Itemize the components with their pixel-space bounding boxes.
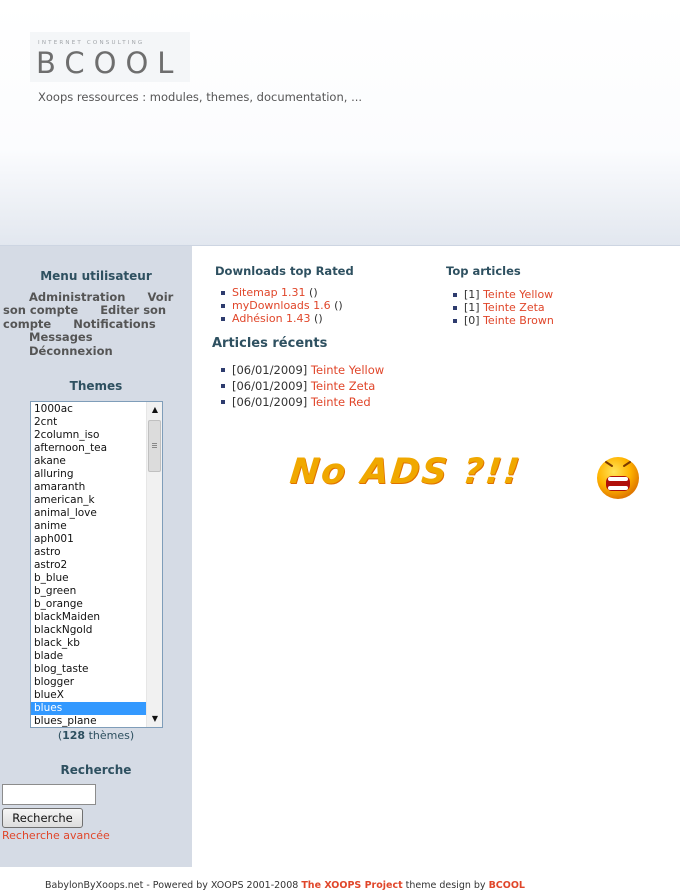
theme-option[interactable]: animal_love <box>31 507 146 520</box>
list-item: Sitemap 1.31 () <box>218 286 343 299</box>
search-button[interactable]: Recherche <box>2 808 83 828</box>
download-link[interactable]: Adhésion 1.43 <box>232 312 311 325</box>
list-item: [1] Teinte Yellow <box>450 288 554 301</box>
list-item: Adhésion 1.43 () <box>218 312 343 325</box>
article-link[interactable]: Teinte Brown <box>483 314 554 327</box>
list-item: myDownloads 1.6 () <box>218 299 343 312</box>
themes-listbox[interactable]: 1000ac 2cnt 2column_iso afternoon_tea akane a… <box>30 401 163 728</box>
theme-option[interactable]: blogger <box>31 676 146 689</box>
scroll-up-icon[interactable]: ▲ <box>147 402 162 418</box>
theme-option[interactable]: alluring <box>31 468 146 481</box>
menu-item-logout[interactable]: Déconnexion <box>29 344 113 358</box>
theme-option[interactable]: anime <box>31 520 146 533</box>
theme-option[interactable]: black_kb <box>31 637 146 650</box>
site-slogan: Xoops ressources : modules, themes, docu… <box>38 90 363 104</box>
theme-option[interactable]: b_orange <box>31 598 146 611</box>
themes-options[interactable]: 1000ac 2cnt 2column_iso afternoon_tea akane a… <box>31 403 146 727</box>
menu-item-messages[interactable]: Messages <box>29 330 93 344</box>
advanced-search-link[interactable]: Recherche avancée <box>2 829 110 842</box>
scrollbar-thumb[interactable] <box>148 420 161 472</box>
theme-option[interactable]: b_green <box>31 585 146 598</box>
list-item: [06/01/2009] Teinte Yellow <box>218 362 384 378</box>
list-item: [06/01/2009] Teinte Red <box>218 394 384 410</box>
recent-articles-title: Articles récents <box>212 336 328 351</box>
theme-option[interactable]: akane <box>31 455 146 468</box>
theme-option[interactable]: 2column_iso <box>31 429 146 442</box>
themes-count-number: 128 <box>62 729 86 742</box>
downloads-list: Sitemap 1.31 () myDownloads 1.6 () Adhés… <box>218 286 343 325</box>
download-link[interactable]: Sitemap 1.31 <box>232 286 306 299</box>
downloads-title: Downloads top Rated <box>215 264 354 278</box>
list-item: [06/01/2009] Teinte Zeta <box>218 378 384 394</box>
top-articles-list: [1] Teinte Yellow [1] Teinte Zeta [0] Te… <box>450 288 554 327</box>
article-link[interactable]: Teinte Zeta <box>483 301 545 314</box>
themes-count: (128 thèmes) <box>57 729 135 742</box>
grip-icon <box>152 443 157 444</box>
search-input[interactable] <box>2 784 96 805</box>
recent-articles-list: [06/01/2009] Teinte Yellow [06/01/2009] … <box>218 362 384 410</box>
theme-option[interactable]: amaranth <box>31 481 146 494</box>
theme-option[interactable]: blog_taste <box>31 663 146 676</box>
themes-title: Themes <box>69 379 123 393</box>
user-menu-title: Menu utilisateur <box>40 269 152 283</box>
theme-option[interactable]: blackNgold <box>31 624 146 637</box>
theme-option[interactable]: blueX <box>31 689 146 702</box>
theme-option[interactable]: aph001 <box>31 533 146 546</box>
theme-option[interactable]: 2cnt <box>31 416 146 429</box>
theme-option[interactable]: blackMaiden <box>31 611 146 624</box>
user-menu: Administration Voir son compte Editer so… <box>3 290 189 358</box>
theme-option[interactable]: blues_plane <box>31 715 146 727</box>
logo-wordmark: BCOOL <box>36 46 183 80</box>
menu-item-notifications[interactable]: Notifications <box>73 317 155 331</box>
article-link[interactable]: Teinte Yellow <box>311 363 384 377</box>
article-link[interactable]: Teinte Yellow <box>483 288 553 301</box>
theme-option[interactable]: blade <box>31 650 146 663</box>
designer-link[interactable]: BCOOL <box>489 880 525 891</box>
theme-option[interactable]: astro2 <box>31 559 146 572</box>
xoops-project-link[interactable]: The XOOPS Project <box>301 880 402 891</box>
list-item: [1] Teinte Zeta <box>450 301 554 314</box>
theme-option[interactable]: astro <box>31 546 146 559</box>
theme-option[interactable]: b_blue <box>31 572 146 585</box>
theme-option[interactable]: afternoon_tea <box>31 442 146 455</box>
site-header: INTERNET CONSULTING BCOOL Xoops ressourc… <box>0 0 680 246</box>
themes-scrollbar[interactable]: ▲ ▼ <box>146 402 162 727</box>
article-link[interactable]: Teinte Red <box>311 395 371 409</box>
top-articles-title: Top articles <box>446 264 521 278</box>
shouting-smiley-icon <box>597 457 639 499</box>
theme-option[interactable]: blues <box>31 702 146 715</box>
site-logo[interactable]: INTERNET CONSULTING BCOOL <box>30 32 190 82</box>
site-footer: BabylonByXoops.net - Powered by XOOPS 20… <box>45 880 525 891</box>
list-item: [0] Teinte Brown <box>450 314 554 327</box>
download-link[interactable]: myDownloads 1.6 <box>232 299 331 312</box>
article-link[interactable]: Teinte Zeta <box>311 379 375 393</box>
theme-option[interactable]: 1000ac <box>31 403 146 416</box>
no-ads-banner: No ADS ?!! <box>287 452 524 492</box>
theme-option[interactable]: american_k <box>31 494 146 507</box>
search-title: Recherche <box>60 763 132 777</box>
menu-item-administration[interactable]: Administration <box>29 290 126 304</box>
scroll-down-icon[interactable]: ▼ <box>147 711 162 727</box>
